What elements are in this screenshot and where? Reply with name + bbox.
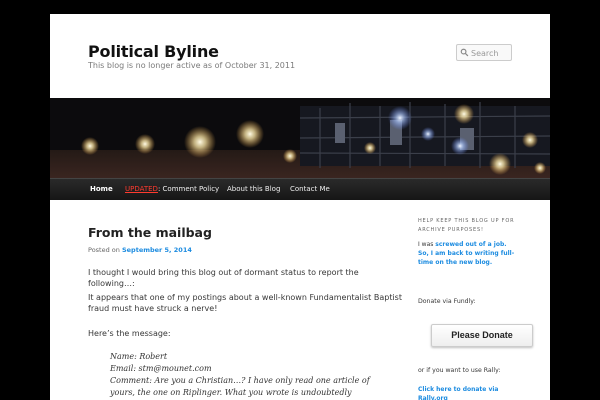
- sidebar-text-prefix: I was: [418, 241, 436, 248]
- search-box[interactable]: [456, 44, 512, 61]
- quoted-message: Name: Robert Email: stm@mounet.com Comme…: [110, 351, 370, 399]
- search-icon: [460, 48, 469, 57]
- please-donate-button[interactable]: Please Donate: [431, 324, 533, 347]
- rally-label: or if you want to use Rally:: [418, 367, 501, 374]
- quote-line: yours, the one on Riplinger. What you wr…: [110, 388, 352, 397]
- nav-contact[interactable]: Contact Me: [290, 185, 330, 193]
- post-date-link[interactable]: September 5, 2014: [122, 246, 192, 254]
- post-paragraph: Here’s the message:: [88, 329, 171, 338]
- header-banner-image: [50, 98, 550, 178]
- sidebar-heading: Help keep this blog up for archive purpo…: [418, 218, 515, 233]
- sidebar-text: I was screwed out of a job. So, I am bac…: [418, 240, 518, 267]
- posted-on-label: Posted on: [88, 246, 120, 254]
- paragraph-line: fraud must have struck a nerve!: [88, 304, 218, 313]
- site-description: This blog is no longer active as of Octo…: [88, 61, 296, 70]
- nav-comment-policy[interactable]: UPDATED: Comment Policy: [125, 185, 219, 193]
- post-paragraph: It appears that one of my postings about…: [88, 292, 418, 314]
- post-meta: Posted on September 5, 2014: [88, 246, 192, 254]
- rally-donate-link[interactable]: Click here to donate via Rally.org: [418, 385, 508, 400]
- site-title[interactable]: Political Byline: [88, 42, 219, 61]
- nav-comment-policy-label: : Comment Policy: [157, 185, 220, 193]
- nav-about[interactable]: About this Blog: [227, 185, 280, 193]
- quote-line: Name: Robert: [110, 352, 168, 361]
- paragraph-line: It appears that one of my postings about…: [88, 293, 402, 302]
- donate-label: Donate via Fundly:: [418, 298, 476, 305]
- post-paragraph: I thought I would bring this blog out of…: [88, 268, 359, 288]
- quote-line: Comment: Are you a Christian…? I have on…: [110, 376, 370, 385]
- main-navigation: Home UPDATED: Comment Policy About this …: [50, 178, 550, 200]
- post-title[interactable]: From the mailbag: [88, 225, 212, 240]
- quote-line: Email: stm@mounet.com: [110, 364, 212, 373]
- nav-home[interactable]: Home: [90, 185, 113, 193]
- updated-label: UPDATED: [125, 185, 158, 193]
- search-input[interactable]: [471, 47, 511, 59]
- page-container: Political Byline This blog is no longer …: [50, 14, 550, 400]
